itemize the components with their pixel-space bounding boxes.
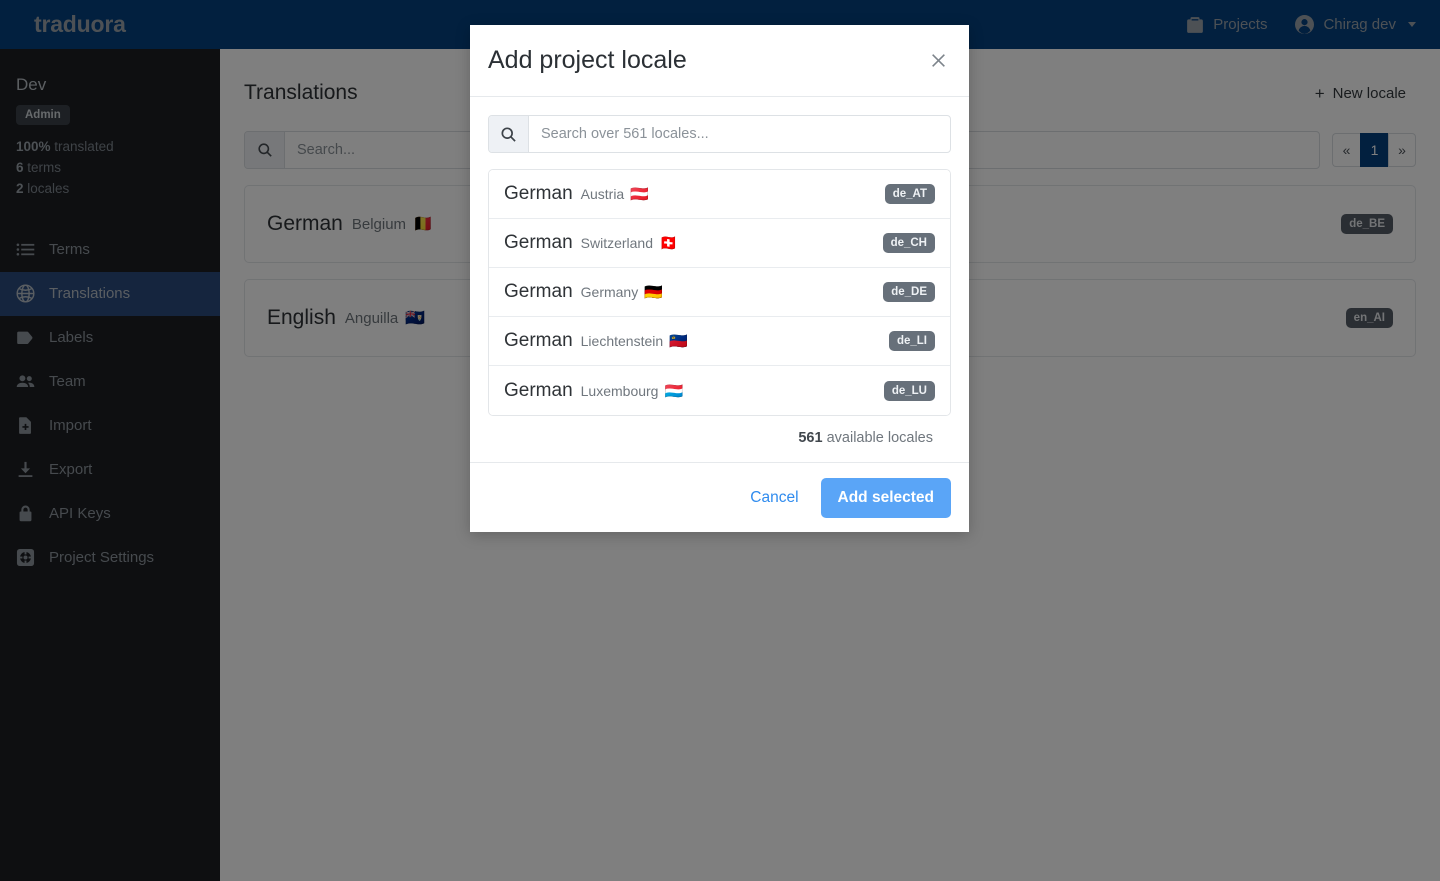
flag-icon: 🇨🇭 bbox=[659, 235, 678, 252]
result-language: German bbox=[504, 183, 573, 204]
add-project-locale-modal: Add project locale German Austria bbox=[470, 25, 969, 532]
locale-result-1[interactable]: German Switzerland 🇨🇭 de_CH bbox=[489, 219, 950, 268]
result-country: Switzerland bbox=[580, 235, 654, 251]
locale-result-2[interactable]: German Germany 🇩🇪 de_DE bbox=[489, 268, 950, 317]
modal-header: Add project locale bbox=[470, 25, 969, 97]
close-icon[interactable] bbox=[925, 48, 951, 74]
result-code-badge: de_CH bbox=[882, 233, 935, 253]
result-code-badge: de_LU bbox=[883, 380, 935, 401]
available-locales-count: 561 available locales bbox=[488, 416, 951, 462]
result-language: German bbox=[504, 232, 573, 253]
locale-result-0[interactable]: German Austria 🇦🇹 de_AT bbox=[489, 170, 950, 219]
result-country: Germany bbox=[580, 284, 639, 300]
result-country: Luxembourg bbox=[580, 382, 659, 399]
locale-result-4[interactable]: German Luxembourg 🇱🇺 de_LU bbox=[489, 366, 950, 415]
locale-results-list: German Austria 🇦🇹 de_AT German Switzerla… bbox=[488, 169, 951, 416]
result-country: Liechtenstein bbox=[580, 333, 664, 349]
modal-search-box bbox=[488, 115, 951, 153]
result-language: German bbox=[504, 379, 573, 401]
result-code-badge: de_AT bbox=[884, 184, 935, 204]
flag-icon: 🇱🇮 bbox=[669, 333, 688, 350]
modal-title: Add project locale bbox=[488, 46, 687, 74]
flag-icon: 🇩🇪 bbox=[644, 284, 663, 301]
available-count-value: 561 bbox=[798, 430, 823, 446]
flag-icon: 🇦🇹 bbox=[630, 186, 649, 203]
app-root: traduora Projects Chirag d bbox=[0, 0, 1440, 881]
modal-body: German Austria 🇦🇹 de_AT German Switzerla… bbox=[470, 97, 969, 462]
result-country: Austria bbox=[580, 186, 625, 202]
result-code-badge: de_DE bbox=[883, 282, 935, 302]
locale-result-3[interactable]: German Liechtenstein 🇱🇮 de_LI bbox=[489, 317, 950, 366]
modal-footer: Cancel Add selected bbox=[470, 462, 969, 532]
add-selected-button[interactable]: Add selected bbox=[820, 477, 951, 518]
result-language: German bbox=[504, 330, 573, 351]
cancel-button[interactable]: Cancel bbox=[744, 481, 804, 515]
search-icon bbox=[489, 116, 529, 152]
result-code-badge: de_LI bbox=[888, 331, 935, 351]
modal-search-input[interactable] bbox=[529, 116, 950, 152]
flag-icon: 🇱🇺 bbox=[664, 382, 684, 400]
result-language: German bbox=[504, 281, 573, 302]
available-count-label: available locales bbox=[826, 430, 933, 446]
